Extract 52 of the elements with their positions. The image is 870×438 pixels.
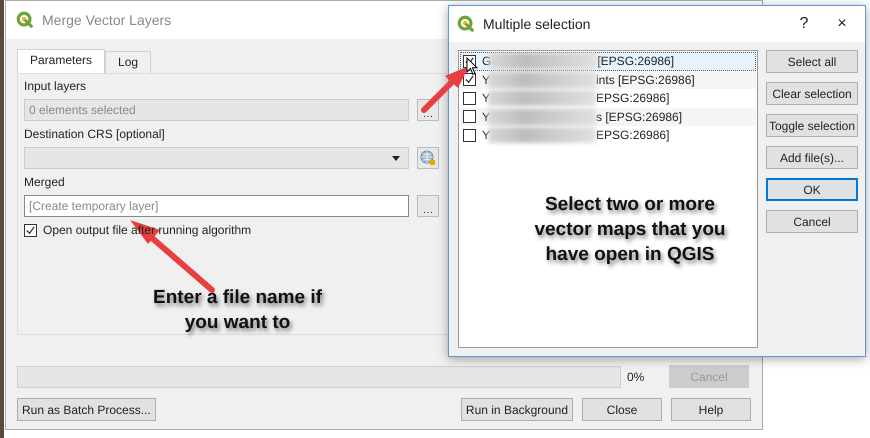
layer-name: [EPSG:26986] <box>597 54 674 68</box>
checkbox[interactable] <box>463 92 476 105</box>
batch-process-button[interactable]: Run as Batch Process... <box>17 398 156 421</box>
layer-name: G <box>482 54 492 68</box>
layer-name: s [EPSG:26986] <box>596 110 682 124</box>
field-label: Destination CRS [optional] <box>24 127 165 141</box>
logo-icon <box>16 11 34 29</box>
layer-item[interactable]: Y EPSG:26986] <box>460 126 756 144</box>
tab[interactable]: Log <box>105 51 152 73</box>
layer-name: Y <box>482 110 490 124</box>
dialog-button[interactable]: Toggle selection <box>766 114 858 137</box>
annotation-text: Select two or more vector maps that you have open in QGIS <box>533 193 727 267</box>
layer-item[interactable]: Y EPSG:26986] <box>460 89 756 108</box>
checkbox[interactable] <box>463 73 476 86</box>
layer-item[interactable]: Y s [EPSG:26986] <box>460 108 756 126</box>
dialog-button[interactable]: Add file(s)... <box>766 146 858 169</box>
dialog-button[interactable]: Clear selection <box>766 82 858 105</box>
crs-picker-button[interactable] <box>417 147 439 169</box>
help-button[interactable]: ? <box>789 15 819 33</box>
progress-percent: 0% <box>627 370 646 384</box>
check-icon <box>25 224 36 236</box>
close-button[interactable]: × <box>827 15 857 33</box>
caret-icon <box>392 156 400 160</box>
layer-name: Y <box>482 128 490 142</box>
checkbox[interactable] <box>463 128 476 142</box>
window-title: Merge Vector Layers <box>42 12 172 28</box>
browse-button[interactable]: … <box>417 195 439 217</box>
layer-item[interactable]: Y ints [EPSG:26986] <box>460 70 756 89</box>
layer-name: Y <box>482 72 490 87</box>
dialog-title: Multiple selection <box>483 16 590 32</box>
dialog-button[interactable]: OK <box>766 178 858 201</box>
layer-name: EPSG:26986] <box>596 128 670 142</box>
layer-item[interactable]: G [EPSG:26986] <box>460 52 756 70</box>
dialog-button[interactable]: Close <box>582 398 662 421</box>
field-label: Input layers <box>24 79 86 93</box>
mouse-cursor-icon <box>466 57 478 76</box>
layer-name: ints [EPSG:26986] <box>596 72 695 87</box>
output-field[interactable]: [Create temporary layer] <box>24 195 409 217</box>
layer-name: Y <box>482 91 490 106</box>
checkbox[interactable] <box>24 224 37 236</box>
checkbox[interactable] <box>463 110 476 124</box>
logo-icon <box>457 15 475 33</box>
dialog-button[interactable]: Help <box>671 398 751 421</box>
dialog-button[interactable]: Select all <box>766 50 858 73</box>
layer-name: EPSG:26986] <box>596 91 670 106</box>
annotation-text: Enter a file name if you want to <box>152 286 323 335</box>
field-label: Merged <box>24 175 65 189</box>
tab[interactable]: Parameters <box>17 49 106 73</box>
arrow <box>421 66 469 113</box>
dialog-button[interactable]: Cancel <box>766 210 858 233</box>
dialog-button[interactable]: Run in Background <box>460 398 573 421</box>
check-icon <box>464 74 475 86</box>
